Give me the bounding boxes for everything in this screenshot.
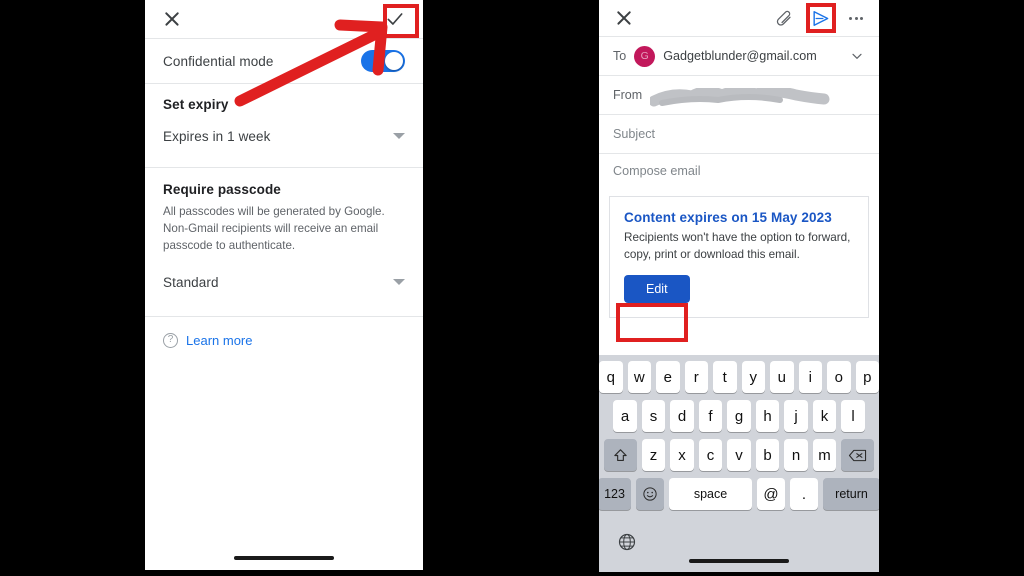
screenshot-canvas: Confidential mode Set expiry Expires in … (0, 0, 1024, 576)
key-v[interactable]: v (727, 439, 751, 471)
compose-body-placeholder: Compose email (613, 164, 701, 178)
backspace-key[interactable] (841, 439, 875, 471)
key-h[interactable]: h (755, 400, 780, 432)
to-field[interactable]: To G Gadgetblunder@gmail.com (599, 37, 879, 75)
close-icon[interactable] (163, 10, 181, 28)
key-g[interactable]: g (727, 400, 751, 432)
key-r[interactable]: r (684, 361, 708, 393)
chevron-down-icon[interactable] (849, 48, 865, 64)
key-k[interactable]: k (812, 400, 837, 432)
learn-more-link[interactable]: Learn more (186, 333, 252, 348)
edit-button[interactable]: Edit (624, 275, 690, 304)
key-a[interactable]: a (613, 400, 637, 432)
info-card-title: Content expires on 15 May 2023 (624, 210, 832, 225)
key-w[interactable]: w (627, 361, 651, 393)
confidential-mode-label: Confidential mode (163, 53, 274, 69)
key-c[interactable]: c (698, 439, 723, 471)
send-icon[interactable] (811, 9, 830, 28)
left-appbar (145, 0, 423, 38)
keyboard-bottom-bar (599, 517, 879, 561)
keyboard-row-3: zxcvbnm (599, 439, 879, 471)
emoji-icon[interactable] (636, 478, 664, 510)
from-label: From (613, 88, 643, 102)
confidential-mode-row[interactable]: Confidential mode (145, 39, 423, 83)
passcode-select-row[interactable]: Standard (145, 264, 423, 300)
globe-icon[interactable] (617, 532, 637, 552)
keyboard-row-2: asdfghjkl (599, 400, 879, 432)
close-icon[interactable] (615, 9, 633, 27)
to-label: To (613, 49, 627, 63)
key-u[interactable]: u (770, 361, 794, 393)
passcode-value: Standard (163, 274, 219, 290)
set-expiry-heading-row: Set expiry (145, 84, 423, 118)
require-passcode-description: All passcodes will be generated by Googl… (163, 205, 385, 252)
key-j[interactable]: j (784, 400, 808, 432)
on-screen-keyboard: qwertyuiop asdfghjkl zxcvbnm 123 space @… (599, 355, 879, 572)
keyboard-letters-row-3: zxcvbnm (639, 439, 839, 471)
shift-key[interactable] (603, 439, 637, 471)
confidential-info-card: Content expires on 15 May 2023 Recipient… (609, 196, 869, 319)
key-o[interactable]: o (827, 361, 851, 393)
subject-field[interactable]: Subject (599, 115, 879, 153)
home-indicator (689, 559, 789, 563)
key-z[interactable]: z (641, 439, 666, 471)
key-q[interactable]: q (599, 361, 623, 393)
set-expiry-heading: Set expiry (163, 96, 229, 112)
key-l[interactable]: l (841, 400, 865, 432)
keyboard-row-1: qwertyuiop (599, 361, 879, 393)
toggle-knob (385, 52, 403, 70)
chevron-down-icon[interactable] (393, 133, 405, 139)
expiry-select-row[interactable]: Expires in 1 week (145, 118, 423, 154)
to-recipient-chip[interactable]: Gadgetblunder@gmail.com (663, 49, 823, 63)
key-d[interactable]: d (670, 400, 694, 432)
right-appbar (599, 0, 879, 36)
checkmark-icon[interactable] (385, 9, 405, 29)
from-field[interactable]: From (599, 76, 879, 114)
help-circle-icon: ? (163, 333, 178, 349)
learn-more-row[interactable]: ? Learn more (145, 317, 423, 349)
subject-placeholder: Subject (613, 127, 656, 141)
numbers-key[interactable]: 123 (599, 478, 631, 510)
key-i[interactable]: i (798, 361, 822, 393)
redacted-from-value (648, 85, 830, 107)
key-t[interactable]: t (713, 361, 737, 393)
period-key[interactable]: . (790, 478, 818, 510)
space-key[interactable]: space (669, 478, 752, 510)
key-n[interactable]: n (784, 439, 808, 471)
expiry-value: Expires in 1 week (163, 128, 271, 144)
key-p[interactable]: p (855, 361, 879, 393)
require-passcode-heading: Require passcode (163, 181, 281, 197)
key-y[interactable]: y (741, 361, 765, 393)
paperclip-icon[interactable] (775, 9, 793, 27)
home-indicator (234, 556, 334, 560)
confidential-mode-toggle[interactable] (361, 50, 405, 72)
right-phone-screen: To G Gadgetblunder@gmail.com From Subjec… (599, 0, 879, 572)
at-key[interactable]: @ (757, 478, 785, 510)
key-f[interactable]: f (698, 400, 723, 432)
avatar: G (634, 45, 656, 67)
key-b[interactable]: b (755, 439, 780, 471)
key-e[interactable]: e (656, 361, 680, 393)
require-passcode-heading-row: Require passcode (145, 168, 423, 202)
key-s[interactable]: s (641, 400, 666, 432)
left-phone-screen: Confidential mode Set expiry Expires in … (145, 0, 423, 570)
chevron-down-icon[interactable] (393, 279, 405, 286)
return-key[interactable]: return (823, 478, 879, 510)
info-card-description: Recipients won't have the option to forw… (624, 231, 851, 261)
key-x[interactable]: x (670, 439, 694, 471)
overflow-menu-icon[interactable] (849, 16, 863, 20)
keyboard-row-4: 123 space @ . return (599, 478, 879, 510)
compose-body-field[interactable]: Compose email (599, 154, 879, 184)
key-m[interactable]: m (812, 439, 837, 471)
